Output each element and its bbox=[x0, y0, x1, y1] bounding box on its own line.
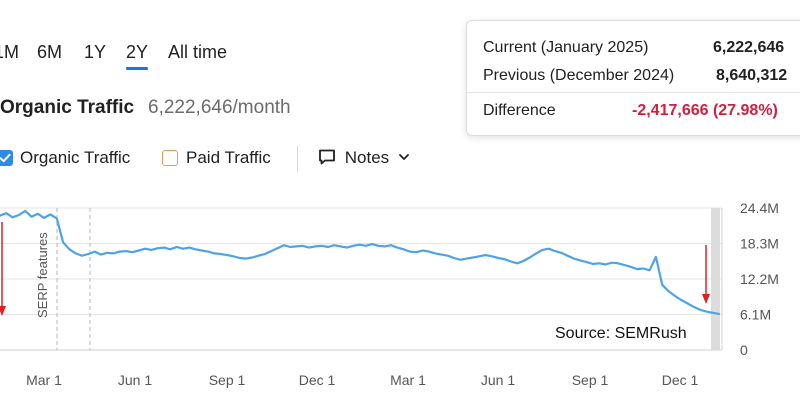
tooltip-divider bbox=[467, 92, 800, 93]
x-tick-label: Sep 1 bbox=[572, 372, 609, 388]
x-tick-label: Jun 1 bbox=[481, 372, 515, 388]
y-tick-label: 24.4M bbox=[740, 200, 779, 216]
organic-traffic-line bbox=[0, 209, 721, 315]
current-period-value: 6,222,646 bbox=[713, 39, 785, 56]
right-drop-arrow bbox=[702, 245, 710, 304]
hover-highlight-band bbox=[711, 208, 720, 350]
left-drop-arrow bbox=[0, 222, 6, 316]
y-tick-label: 6.1M bbox=[740, 307, 771, 323]
source-annotation: Source: SEMRush bbox=[555, 325, 687, 342]
difference-value: -2,417,666 (27.98%) bbox=[632, 102, 778, 119]
x-tick-label: Sep 1 bbox=[209, 372, 246, 388]
y-axis-labels: 24.4M 18.3M 12.2M 6.1M 0 bbox=[740, 200, 779, 358]
y-tick-label: 12.2M bbox=[740, 271, 779, 287]
comparison-tooltip: Current (January 2025) 6,222,646 Previou… bbox=[466, 20, 800, 136]
x-tick-label: Dec 1 bbox=[662, 372, 699, 388]
y-tick-label: 18.3M bbox=[740, 236, 779, 252]
x-tick-label: Mar 1 bbox=[390, 372, 426, 388]
x-tick-label: Mar 1 bbox=[26, 372, 62, 388]
previous-period-value: 8,640,312 bbox=[716, 67, 788, 84]
x-tick-label: Dec 1 bbox=[299, 372, 336, 388]
serp-features-label: SERP features bbox=[35, 232, 50, 318]
x-tick-label: Jun 1 bbox=[118, 372, 152, 388]
y-tick-label: 0 bbox=[740, 342, 748, 358]
x-axis-labels: Mar 1 Jun 1 Sep 1 Dec 1 Mar 1 Jun 1 Sep 1 Dec 1 bbox=[26, 372, 698, 388]
